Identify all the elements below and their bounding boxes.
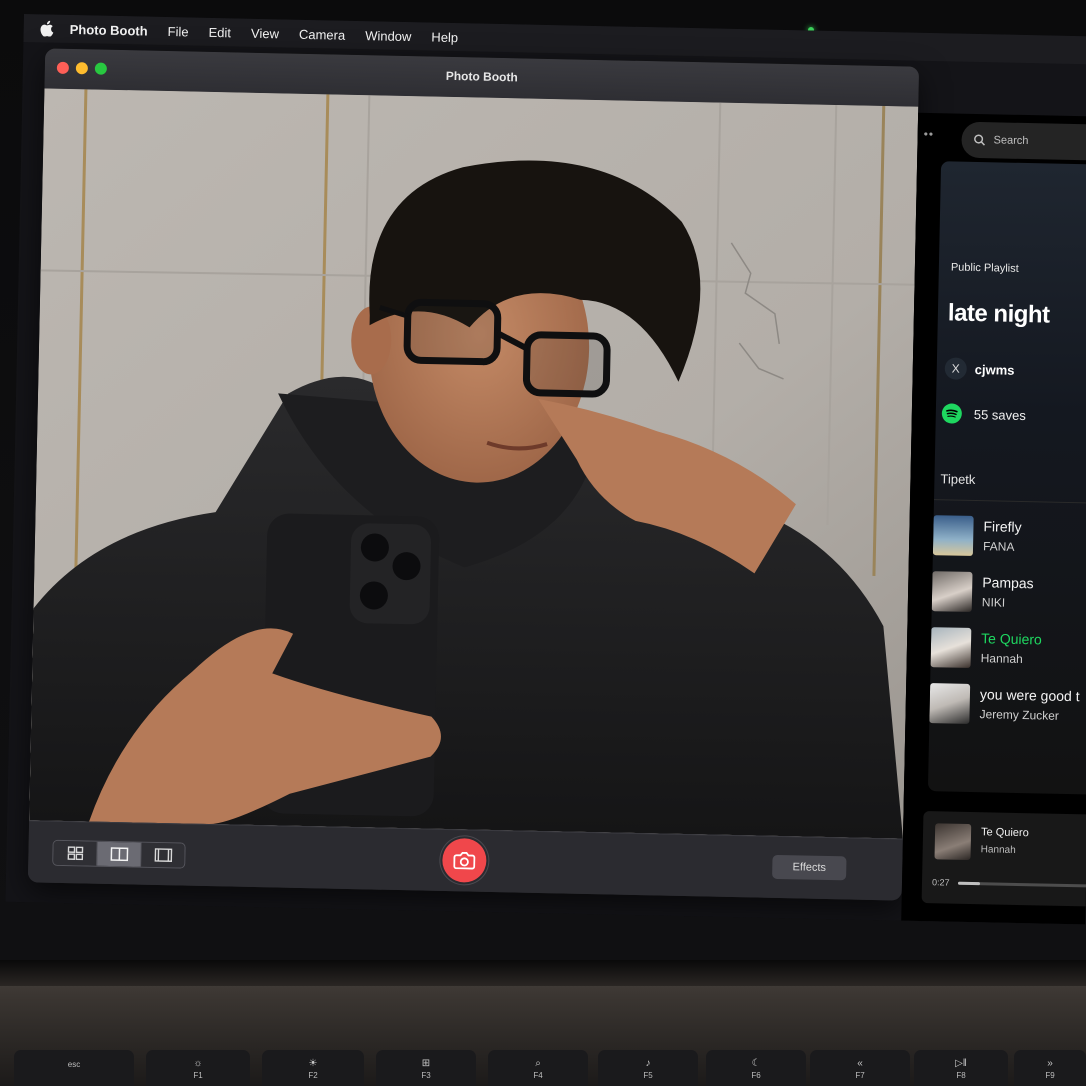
album-art xyxy=(931,571,973,612)
layout-mode-segmented-control xyxy=(52,839,186,869)
track-row[interactable]: Pampas NIKI xyxy=(931,567,1086,621)
laptop-screen: Photo Booth File Edit View Camera Window… xyxy=(5,14,1086,925)
key-f7[interactable]: « F7 xyxy=(810,1050,910,1086)
playlist-type-label: Public Playlist xyxy=(950,261,1019,275)
now-playing-album-art[interactable] xyxy=(934,823,972,861)
track-title: you were good t xyxy=(979,686,1080,705)
key-label: F2 xyxy=(308,1071,318,1080)
menu-help[interactable]: Help xyxy=(431,29,458,45)
key-f2[interactable]: ☀ F2 xyxy=(262,1050,364,1086)
play-pause-icon: ▷‖ xyxy=(955,1058,967,1069)
key-f9[interactable]: » F9 xyxy=(1014,1050,1086,1086)
key-f5[interactable]: ♪ F5 xyxy=(598,1050,698,1086)
key-esc[interactable]: esc xyxy=(14,1050,134,1086)
key-f1[interactable]: ☼ F1 xyxy=(146,1050,250,1086)
track-title: Pampas xyxy=(982,574,1034,592)
key-f4[interactable]: ⌕ F4 xyxy=(488,1050,588,1086)
menu-view[interactable]: View xyxy=(251,25,279,41)
track-row[interactable]: Te Quiero Hannah xyxy=(930,623,1086,677)
menu-app-name[interactable]: Photo Booth xyxy=(70,21,148,38)
playlist-panel: Public Playlist late night X cjwms 55 sa… xyxy=(927,161,1086,795)
owner-name[interactable]: cjwms xyxy=(975,361,1015,377)
mission-control-icon: ⊞ xyxy=(421,1058,431,1069)
section-label: Tipetk xyxy=(940,471,976,488)
window-title: Photo Booth xyxy=(445,68,518,85)
key-label: F9 xyxy=(1045,1071,1055,1080)
key-f3[interactable]: ⊞ F3 xyxy=(376,1050,476,1086)
key-f6[interactable]: ☾ F6 xyxy=(706,1050,806,1086)
playlist-title: late night xyxy=(947,299,1050,329)
playback-progress-fill xyxy=(957,881,981,886)
track-artist[interactable]: NIKI xyxy=(982,595,1006,609)
spotlight-search-icon: ⌕ xyxy=(535,1058,541,1069)
track-artist[interactable]: FANA xyxy=(983,539,1015,554)
do-not-disturb-moon-icon: ☾ xyxy=(751,1058,761,1069)
grid-view-icon[interactable] xyxy=(53,840,98,866)
photo-booth-window: Photo Booth Effects xyxy=(27,48,920,901)
search-placeholder: Search xyxy=(993,134,1029,148)
track-row[interactable]: Firefly FANA xyxy=(932,511,1086,565)
menu-window[interactable]: Window xyxy=(365,28,412,44)
owner-avatar: X xyxy=(944,357,968,380)
now-playing-artist[interactable]: Hannah xyxy=(981,844,1016,856)
single-view-icon[interactable] xyxy=(141,842,185,868)
camera-preview xyxy=(29,88,919,839)
track-title: Firefly xyxy=(983,518,1022,536)
menu-file[interactable]: File xyxy=(168,24,189,39)
microphone-icon: ♪ xyxy=(645,1058,651,1069)
track-artist[interactable]: Jeremy Zucker xyxy=(979,707,1059,723)
menu-edit[interactable]: Edit xyxy=(208,24,231,39)
search-icon xyxy=(974,134,986,146)
album-art xyxy=(929,683,971,724)
album-art xyxy=(932,515,974,556)
now-playing-title[interactable]: Te Quiero xyxy=(981,826,1029,839)
key-label: F1 xyxy=(193,1071,203,1080)
key-label: F7 xyxy=(855,1071,865,1080)
brightness-up-icon: ☀ xyxy=(308,1058,318,1069)
effects-button[interactable]: Effects xyxy=(772,854,847,881)
album-art xyxy=(930,627,972,668)
window-handle-icon[interactable]: •• xyxy=(924,127,935,141)
rewind-icon: « xyxy=(857,1058,863,1069)
photo-scene: Photo Booth File Edit View Camera Window… xyxy=(0,0,1086,1086)
saves-count: 55 saves xyxy=(973,406,1027,423)
camera-icon xyxy=(453,851,476,870)
playback-progress-bar[interactable] xyxy=(957,881,1086,888)
spotify-logo-icon xyxy=(941,403,963,424)
divider xyxy=(934,499,1086,504)
track-row[interactable]: you were good t Jeremy Zucker xyxy=(929,679,1086,733)
apple-menu-icon[interactable] xyxy=(40,20,54,37)
key-label: F5 xyxy=(643,1071,653,1080)
take-photo-button[interactable] xyxy=(441,837,487,883)
key-label: esc xyxy=(67,1060,81,1069)
key-f8[interactable]: ▷‖ F8 xyxy=(914,1050,1008,1086)
track-title: Te Quiero xyxy=(980,630,1042,648)
track-artist[interactable]: Hannah xyxy=(981,651,1023,666)
fast-forward-icon: » xyxy=(1047,1058,1053,1069)
now-playing-bar: Te Quiero Hannah 0:27 xyxy=(921,811,1086,907)
split-view-icon[interactable] xyxy=(97,841,142,867)
key-label: F3 xyxy=(421,1071,431,1080)
elapsed-time: 0:27 xyxy=(931,877,950,888)
search-input[interactable]: Search xyxy=(961,121,1086,161)
spotify-window: •• Search Public Playlist late night X c… xyxy=(901,112,1086,925)
playlist-owner[interactable]: X cjwms xyxy=(944,357,1015,380)
key-label: F6 xyxy=(751,1071,761,1080)
saves-row: 55 saves xyxy=(941,403,1027,425)
key-label: F8 xyxy=(956,1071,966,1080)
menu-camera[interactable]: Camera xyxy=(299,26,346,42)
laptop-hinge xyxy=(0,960,1086,986)
brightness-down-icon: ☼ xyxy=(193,1058,203,1069)
camera-feed-image xyxy=(29,88,919,839)
key-label: F4 xyxy=(533,1071,543,1080)
